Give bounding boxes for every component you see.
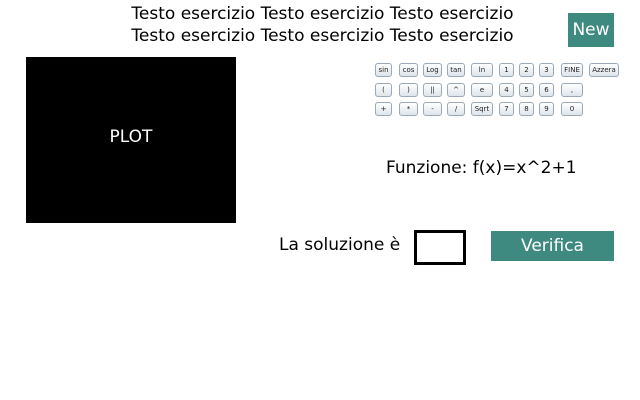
exercise-text: Testo esercizio Testo esercizio Testo es… bbox=[100, 3, 545, 47]
key-2-2[interactable]: - bbox=[423, 102, 442, 116]
key-1-0[interactable]: ( bbox=[375, 83, 392, 97]
key-2-4[interactable]: Sqrt bbox=[471, 102, 493, 116]
key-0-3[interactable]: tan bbox=[447, 63, 465, 77]
key-2-3[interactable]: / bbox=[447, 102, 465, 116]
key-2-1[interactable]: * bbox=[399, 102, 418, 116]
key-0-8[interactable]: FINE bbox=[561, 63, 583, 77]
key-2-5[interactable]: 7 bbox=[499, 102, 514, 116]
math-keypad: sin cos Log tan ln 1 2 3 FINE Azzera () || ^ e 4 5 6, + * -… bbox=[375, 63, 625, 119]
key-0-0[interactable]: sin bbox=[375, 63, 392, 77]
key-1-6[interactable]: 5 bbox=[519, 83, 534, 97]
key-1-7[interactable]: 6 bbox=[539, 83, 554, 97]
key-0-4[interactable]: ln bbox=[471, 63, 493, 77]
solution-input[interactable] bbox=[414, 230, 466, 265]
key-2-6[interactable]: 8 bbox=[519, 102, 534, 116]
key-0-9[interactable]: Azzera bbox=[589, 63, 619, 77]
key-1-5[interactable]: 4 bbox=[499, 83, 514, 97]
solution-label: La soluzione è bbox=[279, 235, 401, 255]
key-1-2[interactable]: || bbox=[423, 83, 442, 97]
key-1-3[interactable]: ^ bbox=[447, 83, 465, 97]
new-exercise-button[interactable]: New bbox=[568, 13, 614, 47]
exercise-text-line: Testo esercizio Testo esercizio Testo es… bbox=[131, 26, 514, 46]
key-0-5[interactable]: 1 bbox=[499, 63, 514, 77]
key-1-8[interactable]: , bbox=[561, 83, 583, 97]
key-0-1[interactable]: cos bbox=[399, 63, 418, 77]
key-0-7[interactable]: 3 bbox=[539, 63, 554, 77]
function-label: Funzione: f(x)=x^2+1 bbox=[386, 158, 577, 178]
exercise-text-line: Testo esercizio Testo esercizio Testo es… bbox=[131, 4, 514, 24]
key-2-0[interactable]: + bbox=[375, 102, 392, 116]
key-1-1[interactable]: ) bbox=[399, 83, 418, 97]
key-2-8[interactable]: 0 bbox=[561, 102, 583, 116]
key-0-2[interactable]: Log bbox=[423, 63, 442, 77]
key-1-4[interactable]: e bbox=[471, 83, 493, 97]
key-0-6[interactable]: 2 bbox=[519, 63, 534, 77]
plot-label: PLOT bbox=[109, 127, 153, 147]
plot-area: PLOT bbox=[26, 57, 236, 223]
key-2-7[interactable]: 9 bbox=[539, 102, 554, 116]
verify-button[interactable]: Verifica bbox=[491, 231, 614, 261]
